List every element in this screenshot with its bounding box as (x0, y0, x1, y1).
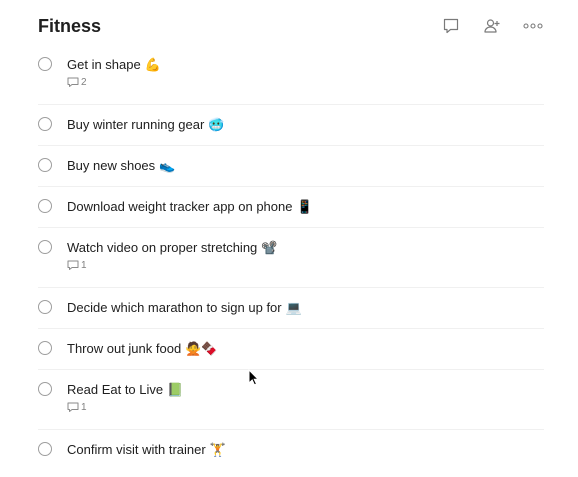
comment-count-link[interactable]: 1 (67, 401, 544, 413)
task-title[interactable]: Read Eat to Live 📗 (67, 382, 544, 398)
task-item[interactable]: Buy new shoes 👟 (38, 146, 544, 187)
task-emoji: 🙅🍫 (185, 341, 218, 356)
comment-count-link[interactable]: 1 (67, 259, 544, 271)
task-text: Confirm visit with trainer (67, 442, 206, 457)
task-title[interactable]: Watch video on proper stretching 📽️ (67, 240, 544, 256)
task-item[interactable]: Confirm visit with trainer 🏋️ (38, 430, 544, 471)
comment-icon (67, 77, 79, 87)
task-title[interactable]: Buy winter running gear 🥶 (67, 117, 544, 133)
comments-button[interactable] (436, 13, 466, 39)
task-item[interactable]: Buy winter running gear 🥶 (38, 105, 544, 146)
task-text: Get in shape (67, 57, 141, 72)
task-emoji: 🥶 (208, 117, 225, 132)
task-emoji: 💻 (285, 300, 302, 315)
task-title[interactable]: Download weight tracker app on phone 📱 (67, 199, 544, 215)
task-emoji: 🏋️ (209, 442, 226, 457)
task-title[interactable]: Throw out junk food 🙅🍫 (67, 341, 544, 357)
share-button[interactable] (477, 13, 507, 39)
task-emoji: 💪 (144, 57, 161, 72)
more-button[interactable] (518, 13, 548, 39)
task-item[interactable]: Download weight tracker app on phone 📱 (38, 187, 544, 228)
task-text: Buy winter running gear (67, 117, 205, 132)
task-item[interactable]: Throw out junk food 🙅🍫 (38, 329, 544, 370)
task-item[interactable]: Watch video on proper stretching 📽️ 1 (38, 228, 544, 288)
task-emoji: 📗 (167, 382, 184, 397)
task-text: Download weight tracker app on phone (67, 199, 293, 214)
more-icon (523, 23, 543, 29)
task-item[interactable]: Read Eat to Live 📗 1 (38, 370, 544, 430)
comment-icon (67, 402, 79, 412)
task-text: Read Eat to Live (67, 382, 164, 397)
task-list: Get in shape 💪 2 Buy winter running gear… (38, 45, 544, 471)
task-text: Throw out junk food (67, 341, 182, 356)
task-checkbox[interactable] (38, 57, 52, 71)
task-checkbox[interactable] (38, 199, 52, 213)
comment-icon (67, 260, 79, 270)
task-emoji: 👟 (159, 158, 176, 173)
task-text: Buy new shoes (67, 158, 156, 173)
task-checkbox[interactable] (38, 117, 52, 131)
add-person-icon (484, 19, 500, 33)
task-text: Watch video on proper stretching (67, 240, 258, 255)
mouse-pointer-icon (248, 369, 260, 386)
project-header: Fitness (38, 13, 548, 39)
task-checkbox[interactable] (38, 341, 52, 355)
task-checkbox[interactable] (38, 240, 52, 254)
comment-icon (443, 18, 459, 34)
task-title[interactable]: Decide which marathon to sign up for 💻 (67, 300, 544, 316)
task-checkbox[interactable] (38, 382, 52, 396)
task-item[interactable]: Decide which marathon to sign up for 💻 (38, 288, 544, 329)
task-checkbox[interactable] (38, 300, 52, 314)
project-title: Fitness (38, 15, 102, 36)
comment-count: 2 (81, 76, 87, 88)
task-text: Decide which marathon to sign up for (67, 300, 282, 315)
task-emoji: 📽️ (261, 240, 278, 255)
task-item[interactable]: Get in shape 💪 2 (38, 45, 544, 105)
comment-count: 1 (81, 259, 87, 271)
task-title[interactable]: Buy new shoes 👟 (67, 158, 544, 174)
task-emoji: 📱 (296, 199, 313, 214)
task-checkbox[interactable] (38, 158, 52, 172)
task-title[interactable]: Get in shape 💪 (67, 57, 544, 73)
task-checkbox[interactable] (38, 442, 52, 456)
comment-count: 1 (81, 401, 87, 413)
task-title[interactable]: Confirm visit with trainer 🏋️ (67, 442, 544, 458)
comment-count-link[interactable]: 2 (67, 76, 544, 88)
header-actions (425, 13, 548, 39)
